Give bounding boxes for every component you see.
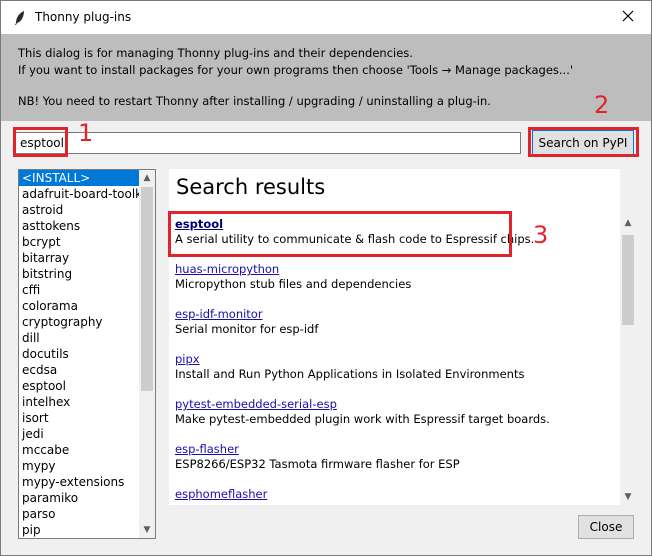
plugin-list-item[interactable]: docutils xyxy=(19,346,140,362)
plugin-list-item[interactable]: mccabe xyxy=(19,442,140,458)
plugin-list-item[interactable]: isort xyxy=(19,410,140,426)
result-link[interactable]: esp-flasher xyxy=(175,442,615,457)
search-result: esp-idf-monitor Serial monitor for esp-id… xyxy=(175,307,615,337)
annotation-box-1 xyxy=(13,127,68,157)
result-description: ESP8266/ESP32 Tasmota firmware flasher f… xyxy=(175,457,460,471)
plugins-dialog: Thonny plug-ins This dialog is for manag… xyxy=(0,0,652,556)
plugin-list-item[interactable]: cffi xyxy=(19,282,140,298)
close-button[interactable]: Close xyxy=(578,515,634,539)
info-panel: This dialog is for managing Thonny plug-… xyxy=(1,34,651,121)
plugin-list[interactable]: <INSTALL> adafruit-board-toolkit astroid as… xyxy=(18,169,156,539)
plugin-items: <INSTALL> adafruit-board-toolkit astroid as… xyxy=(19,170,140,538)
results-title: Search results xyxy=(176,175,326,199)
annotation-number-1: 1 xyxy=(78,119,94,147)
close-window-icon[interactable] xyxy=(619,7,637,25)
plugin-list-item[interactable]: mypy-extensions xyxy=(19,474,140,490)
plugin-list-item[interactable]: bitstring xyxy=(19,266,140,282)
annotation-number-2: 2 xyxy=(594,91,610,119)
title-bar: Thonny plug-ins xyxy=(1,1,651,34)
plugin-list-item[interactable]: bitarray xyxy=(19,250,140,266)
scroll-down-icon[interactable]: ▼ xyxy=(139,522,155,538)
search-result: esp-flasher ESP8266/ESP32 Tasmota firmwar… xyxy=(175,442,615,472)
result-link[interactable]: huas-micropython xyxy=(175,262,615,277)
result-description: Micropython stub files and dependencies xyxy=(175,277,412,291)
search-result: huas-micropython Micropython stub files a… xyxy=(175,262,615,292)
plugin-list-item[interactable]: dill xyxy=(19,330,140,346)
scrollbar-thumb[interactable] xyxy=(622,235,634,325)
info-line-3: NB! You need to restart Thonny after ins… xyxy=(18,94,491,108)
plugin-list-item[interactable]: jedi xyxy=(19,426,140,442)
search-result: pipx Install and Run Python Applications … xyxy=(175,352,615,382)
result-link[interactable]: pytest-embedded-serial-esp xyxy=(175,397,615,412)
search-result: pytest-embedded-serial-esp Make pytest-em… xyxy=(175,397,615,427)
search-result: esphomeflasher xyxy=(175,487,615,502)
info-line-1: This dialog is for managing Thonny plug-… xyxy=(18,46,413,60)
plugin-list-item[interactable]: <INSTALL> xyxy=(19,170,140,186)
plugin-list-item[interactable]: cryptography xyxy=(19,314,140,330)
annotation-box-3 xyxy=(168,211,512,257)
plugin-list-item[interactable]: colorama xyxy=(19,298,140,314)
annotation-box-2 xyxy=(528,127,639,157)
scroll-up-icon[interactable]: ▲ xyxy=(139,170,155,186)
plugin-list-item[interactable]: paramiko xyxy=(19,490,140,506)
plugin-list-item[interactable]: intelhex xyxy=(19,394,140,410)
scroll-down-icon[interactable]: ▼ xyxy=(620,489,636,505)
plugin-list-item[interactable]: bcrypt xyxy=(19,234,140,250)
info-line-2: If you want to install packages for your… xyxy=(18,63,574,77)
plugin-list-item[interactable]: ecdsa xyxy=(19,362,140,378)
plugin-list-item[interactable]: parso xyxy=(19,506,140,522)
result-description: Serial monitor for esp-idf xyxy=(175,322,319,336)
result-link[interactable]: esphomeflasher xyxy=(175,487,615,502)
result-link[interactable]: pipx xyxy=(175,352,615,367)
plugin-list-item[interactable]: asttokens xyxy=(19,218,140,234)
result-description: Install and Run Python Applications in I… xyxy=(175,367,525,381)
window-title: Thonny plug-ins xyxy=(35,10,132,24)
scroll-up-icon[interactable]: ▲ xyxy=(620,215,636,231)
result-description: Make pytest-embedded plugin work with Es… xyxy=(175,412,550,426)
plugin-list-item[interactable]: adafruit-board-toolkit xyxy=(19,186,140,202)
scrollbar-thumb[interactable] xyxy=(141,187,153,391)
result-link[interactable]: esp-idf-monitor xyxy=(175,307,615,322)
plugin-list-item[interactable]: pip xyxy=(19,522,140,538)
plugin-list-item[interactable]: mypy xyxy=(19,458,140,474)
feather-icon xyxy=(15,11,24,25)
annotation-number-3: 3 xyxy=(533,221,549,249)
plugin-list-item[interactable]: astroid xyxy=(19,202,140,218)
results-scrollbar[interactable]: ▲ ▼ xyxy=(620,169,636,505)
plugin-list-item[interactable]: esptool xyxy=(19,378,140,394)
plugin-list-scrollbar[interactable]: ▲ ▼ xyxy=(139,170,155,538)
